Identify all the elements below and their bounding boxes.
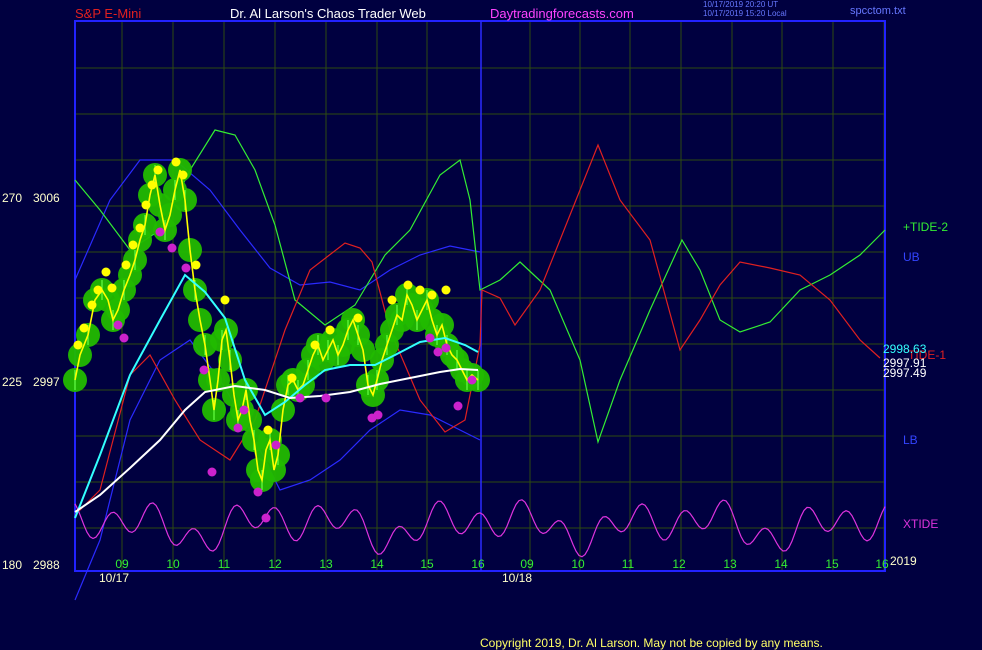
low-dot-8 [239,405,249,415]
instrument-label: S&P E-Mini [75,6,142,21]
time-ut: 10/17/2019 20:20 UT [703,0,779,9]
low-dot-10 [261,513,271,523]
x-hour-label-9: 10 [571,557,585,571]
x-axis-labels: 09 10 11 12 13 14 15 16 09 10 11 12 13 14 15 16 [115,557,889,571]
file-name: spcctom.txt [850,5,906,17]
high-dot-21 [387,295,397,305]
x-hour-label-0: 09 [115,557,129,571]
low-dot-0 [113,320,123,330]
x-hour-label-13: 14 [774,557,788,571]
y-label-left-180: 180 [2,558,23,572]
high-dot-22 [403,280,413,290]
low-dot-19 [453,401,463,411]
website-link[interactable]: Daytradingforecasts.com [490,6,634,21]
time-local: 10/17/2019 15:20 Local [703,9,787,18]
tide2-label: +TIDE-2 [903,220,949,234]
high-dot-24 [427,290,437,300]
high-dot-11 [153,165,163,175]
x-hour-label-5: 14 [370,557,384,571]
high-dot-8 [135,223,145,233]
x-hour-label-7: 16 [471,557,485,571]
low-dot-7 [233,423,243,433]
y-label-left-270: 270 [2,191,23,205]
high-dot-1 [79,323,89,333]
date-label-1: 10/17 [99,571,130,585]
high-dot-3 [93,285,103,295]
high-dot-6 [121,260,131,270]
low-dot-17 [433,347,443,357]
x-hour-label-3: 12 [268,557,282,571]
x-hour-label-1: 10 [166,557,180,571]
high-dot-10 [147,180,157,190]
year-label: 2019 [890,554,917,568]
x-hour-label-4: 13 [319,557,333,571]
copyright-text: Copyright 2019, Dr. Al Larson. May not b… [480,636,823,650]
high-dot-4 [101,267,111,277]
high-dot-9 [141,200,151,210]
y-label-right-3006: 3006 [33,191,60,205]
low-dot-5 [199,365,209,375]
low-dot-12 [295,393,305,403]
high-dot-13 [178,170,188,180]
date-label-2: 10/18 [502,571,533,585]
y-label-left-225: 225 [2,375,23,389]
high-dot-18 [310,340,320,350]
high-dot-12 [171,157,181,167]
value-fast-ma: 2998.63 [883,342,927,356]
high-dot-0 [73,340,83,350]
x-hour-label-14: 15 [825,557,839,571]
y-label-right-2988: 2988 [33,558,60,572]
low-dot-4 [181,263,191,273]
x-hour-label-10: 11 [622,557,635,571]
low-dot-18 [441,343,451,353]
lb-label: LB [903,433,918,447]
high-dot-23 [415,285,425,295]
y-label-right-2997: 2997 [33,375,60,389]
low-dot-9 [253,487,263,497]
low-dot-3 [167,243,177,253]
low-dot-16 [425,333,435,343]
high-dot-25 [441,285,451,295]
high-dot-20 [353,313,363,323]
value-price: 2997.49 [883,366,927,380]
chart-title: Dr. Al Larson's Chaos Trader Web [230,6,426,21]
x-hour-label-8: 09 [520,557,534,571]
high-dot-19 [325,325,335,335]
x-hour-label-11: 12 [672,557,686,571]
low-dot-20 [467,375,477,385]
low-dot-13 [321,393,331,403]
high-dot-16 [263,425,273,435]
low-dot-15 [373,410,383,420]
high-dot-17 [287,373,297,383]
chart-canvas: 09 10 11 12 13 14 15 16 09 10 11 12 13 14 15 16 [63,20,889,601]
x-hour-label-15: 16 [875,557,889,571]
low-dot-1 [119,333,129,343]
x-hour-label-6: 15 [420,557,434,571]
high-dot-14 [191,260,201,270]
ub-label: UB [903,250,920,264]
xtide-label: XTIDE [903,517,939,531]
x-hour-label-12: 13 [723,557,737,571]
high-dot-2 [87,300,97,310]
high-dot-7 [128,240,138,250]
x-hour-label-2: 11 [218,557,231,571]
low-dot-2 [155,227,165,237]
high-dot-5 [107,283,117,293]
low-dot-11 [271,440,281,450]
high-dot-15 [220,295,230,305]
low-dot-6 [207,467,217,477]
